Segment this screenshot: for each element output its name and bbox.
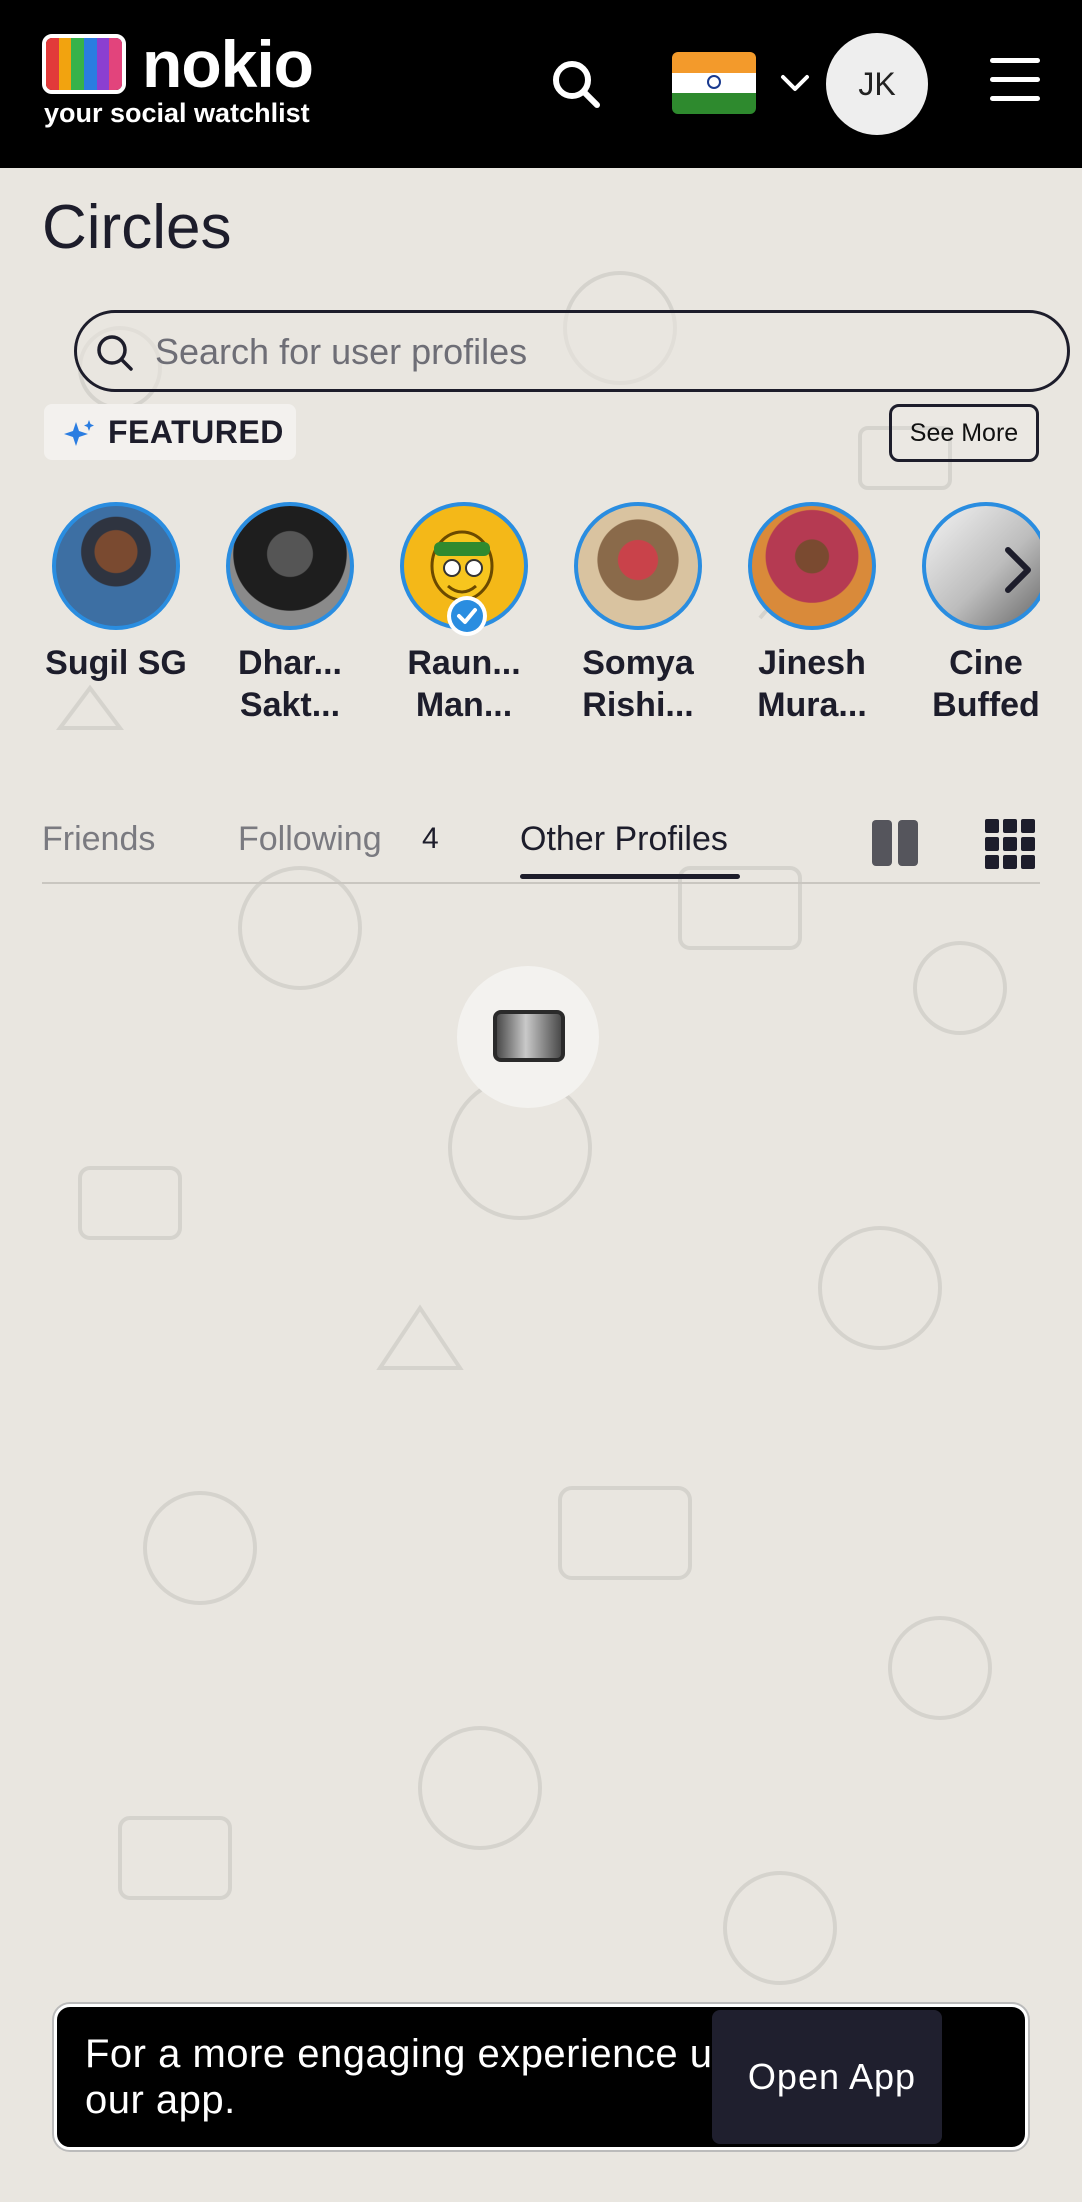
profile-name: Raun... Man... [407,644,521,724]
see-more-button[interactable]: See More [889,404,1039,462]
india-flag-icon[interactable] [672,52,756,114]
tv-loading-icon [493,1010,565,1062]
profile-name: Somya Rishi... [582,644,694,724]
profile-search-bar[interactable] [74,310,1070,392]
chevron-right-icon[interactable] [994,540,1042,600]
featured-label: FEATURED [44,404,296,460]
banner-message: For a more engaging experience use our a… [85,2032,756,2122]
open-app-button[interactable]: Open App [712,2010,942,2144]
loading-spinner [457,966,599,1108]
profile-avatar [748,502,876,630]
following-count-badge: 4 [422,822,439,855]
three-column-grid-icon[interactable] [984,818,1036,870]
profile-avatar [226,502,354,630]
verified-badge-icon [447,596,487,636]
profile-name: Cine Buffed [932,644,1040,724]
featured-profile[interactable]: Sugil SG [40,502,196,684]
logo-tagline: your social watchlist [44,98,310,128]
profile-avatar [52,502,180,630]
profile-name: Sugil SG [45,644,187,682]
tv-logo-icon [42,34,126,94]
featured-profile[interactable]: Cine Buffed [906,502,1040,726]
featured-text: FEATURED [108,414,284,450]
profile-avatar [574,502,702,630]
search-icon [97,335,133,371]
page-title: Circles [42,193,232,262]
doodle-background [56,271,1007,1985]
nokio-logo[interactable]: nokio your social watchlist [42,27,342,134]
featured-profiles-carousel: Sugil SG Dhar... Sakt... Raun... Man... … [40,502,1040,752]
sparkle-icon [64,420,94,446]
chevron-down-icon[interactable] [778,72,812,94]
featured-profile[interactable]: Somya Rishi... [558,502,718,726]
active-tab-indicator [520,874,740,879]
user-avatar[interactable]: JK [826,33,928,135]
top-header: nokio your social watchlist JK [0,0,1082,168]
profile-name: Dhar... Sakt... [238,644,342,724]
featured-profile[interactable]: Jinesh Mura... [732,502,892,726]
search-icon[interactable] [550,58,602,110]
tab-following[interactable]: Following [238,820,382,859]
logo-wordmark: nokio [142,27,314,101]
hamburger-menu-icon[interactable] [990,58,1040,102]
two-column-grid-icon[interactable] [870,818,920,868]
profile-name: Jinesh Mura... [757,644,867,724]
featured-profile[interactable]: Dhar... Sakt... [210,502,370,726]
tab-friends[interactable]: Friends [42,820,155,859]
search-input[interactable] [153,327,1037,377]
tab-other-profiles[interactable]: Other Profiles [520,820,728,859]
